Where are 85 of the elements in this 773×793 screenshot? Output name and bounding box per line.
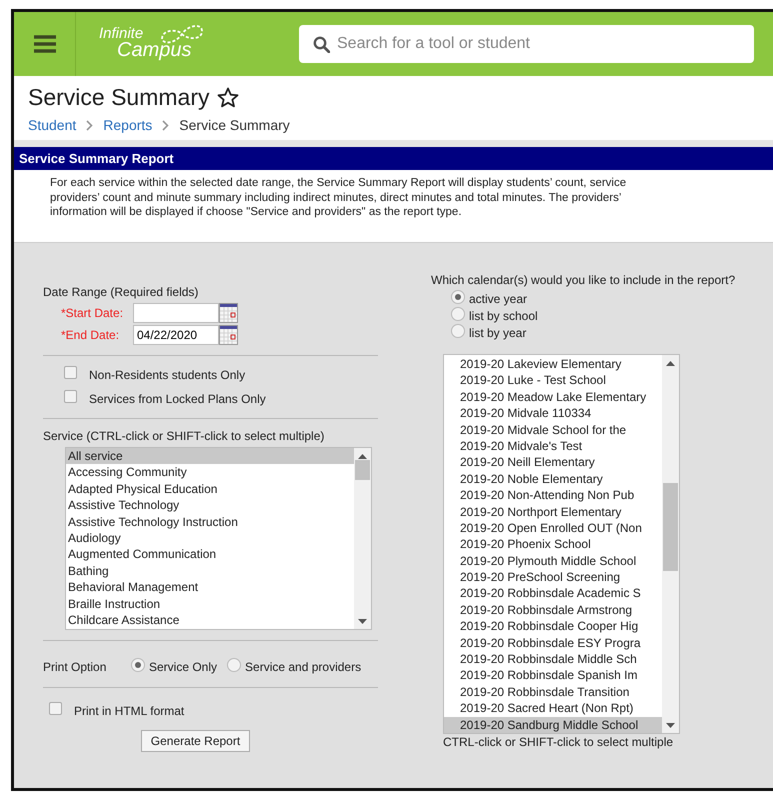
breadcrumb-link[interactable]: Reports <box>103 117 152 133</box>
list-option[interactable]: Assistive Technology <box>66 497 354 514</box>
hint-text: CTRL-click or SHIFT-click to select multiple <box>443 735 674 749</box>
radio-button[interactable] <box>451 307 465 321</box>
list-option[interactable]: 2019-20 Neill Elementary <box>444 454 662 471</box>
list-option[interactable]: 2019-20 Noble Elementary <box>444 470 662 488</box>
date-field[interactable]: 04/22/2020 <box>133 325 219 345</box>
scroll-up-icon[interactable] <box>666 361 675 366</box>
scrollbar-thumb[interactable] <box>355 460 370 480</box>
field-label: *End Date: <box>61 328 120 342</box>
radio-button[interactable] <box>451 324 465 338</box>
scroll-down-icon[interactable] <box>666 723 675 728</box>
list-option[interactable]: Bathing <box>66 562 354 580</box>
list-option[interactable]: All service <box>66 448 354 464</box>
field-label: *Start Date: <box>61 306 124 320</box>
field-label: Print Option <box>43 660 108 674</box>
list-option[interactable]: Braille Instruction <box>66 596 354 612</box>
checkbox-label: Print in HTML format <box>74 704 184 718</box>
service-listbox[interactable] <box>65 447 372 630</box>
scroll-down-icon[interactable] <box>358 619 367 624</box>
checkbox[interactable] <box>49 702 62 714</box>
breadcrumb-current: Service Summary <box>179 117 290 133</box>
logo-text: Campus <box>117 39 192 62</box>
list-option[interactable]: 2019-20 Midvale 110334 <box>444 405 662 422</box>
list-option[interactable]: 2019-20 Midvale School for the <box>444 422 662 438</box>
list-option[interactable]: 2019-20 Northport Elementary <box>444 504 662 520</box>
radio-label: list by year <box>469 326 526 340</box>
list-option[interactable]: 2019-20 PreSchool Screening <box>444 569 662 586</box>
list-option[interactable]: Assistive Technology Instruction <box>66 514 354 530</box>
checkbox-label: Non-Residents students Only <box>89 368 246 382</box>
list-option[interactable]: 2019-20 Open Enrolled OUT (Non <box>444 520 662 536</box>
generate-report-button[interactable]: Generate Report <box>140 730 250 752</box>
list-option[interactable]: Childcare Assistance <box>66 612 354 628</box>
search-field[interactable]: Search for a tool or student <box>299 25 754 63</box>
list-option[interactable]: 2019-20 Phoenix School <box>444 536 662 553</box>
radio-label: Service Only <box>149 660 218 674</box>
chevron-right-icon <box>162 120 170 130</box>
date-field[interactable] <box>133 303 219 323</box>
calendar-icon[interactable] <box>219 303 238 323</box>
list-option[interactable]: 2019-20 Sacred Heart (Non Rpt) <box>444 700 662 717</box>
checkbox-label: Services from Locked Plans Only <box>89 392 266 406</box>
radio-label: active year <box>469 292 528 306</box>
list-option[interactable]: 2019-20 Robbinsdale Cooper Hig <box>444 618 662 635</box>
list-option[interactable]: 2019-20 Non-Attending Non Pub <box>444 487 662 504</box>
list-option[interactable]: 2019-20 Meadow Lake Elementary <box>444 388 662 406</box>
list-option[interactable]: 2019-20 Midvale's Test <box>444 438 662 454</box>
radio-label: Service and providers <box>245 660 362 674</box>
star-icon[interactable] <box>217 87 240 108</box>
radio-button[interactable] <box>227 658 242 672</box>
scrollbar[interactable] <box>662 355 679 733</box>
chevron-right-icon <box>86 120 94 130</box>
radio-button[interactable] <box>131 658 145 672</box>
search-icon <box>313 36 330 53</box>
list-option[interactable]: 2019-20 Robbinsdale Academic S <box>444 585 662 602</box>
section-label: Service (CTRL-click or SHIFT-click to select multiple) <box>43 429 326 443</box>
list-option[interactable]: Audiology <box>66 530 354 546</box>
list-option[interactable]: 2019-20 Sandburg Middle School <box>444 716 662 733</box>
scrollbar[interactable] <box>354 448 371 629</box>
list-option[interactable]: 2019-20 Robbinsdale Transition <box>444 684 662 700</box>
checkbox[interactable] <box>64 366 77 378</box>
list-option[interactable]: 2019-20 Luke - Test School <box>444 372 662 389</box>
list-option[interactable]: Behavioral Management <box>66 579 354 596</box>
radio-label: list by school <box>469 309 538 323</box>
breadcrumb-link[interactable]: Student <box>28 117 76 133</box>
menu-icon <box>34 35 56 53</box>
list-option[interactable]: 2019-20 Robbinsdale Middle Sch <box>444 651 662 668</box>
radio-button[interactable] <box>451 290 465 304</box>
calendar-listbox[interactable] <box>443 354 680 734</box>
list-option[interactable]: 2019-20 Lakeview Elementary <box>444 356 662 372</box>
page-title: Service Summary <box>28 84 210 111</box>
list-option[interactable]: 2019-20 Robbinsdale Spanish Im <box>444 667 662 684</box>
section-label: Date Range (Required fields) <box>43 285 200 299</box>
list-option[interactable]: Adapted Physical Education <box>66 480 354 498</box>
list-option[interactable]: 2019-20 Robbinsdale Armstrong <box>444 602 662 618</box>
report-title: Service Summary Report <box>19 151 174 166</box>
list-option[interactable]: 2019-20 Robbinsdale ESY Progra <box>444 634 662 652</box>
checkbox[interactable] <box>64 390 77 402</box>
list-option[interactable]: 2019-20 Plymouth Middle School <box>444 552 662 570</box>
report-description: For each service within the selected date range, the Service Summary Report will display students’ count, service providers’ count and minute summary including indirect minutes, direct minutes and total minutes. The providers’ information will be displayed if choose "Service and providers" as the report type. <box>50 176 628 220</box>
list-option[interactable]: Accessing Community <box>66 464 354 481</box>
section-label: Which calendar(s) would you like to include in the report? <box>431 273 736 287</box>
list-option[interactable]: Augmented Communication <box>66 546 354 563</box>
scrollbar-thumb[interactable] <box>663 483 678 571</box>
calendar-icon[interactable] <box>219 325 238 345</box>
logo-text: Infinite <box>99 25 144 42</box>
